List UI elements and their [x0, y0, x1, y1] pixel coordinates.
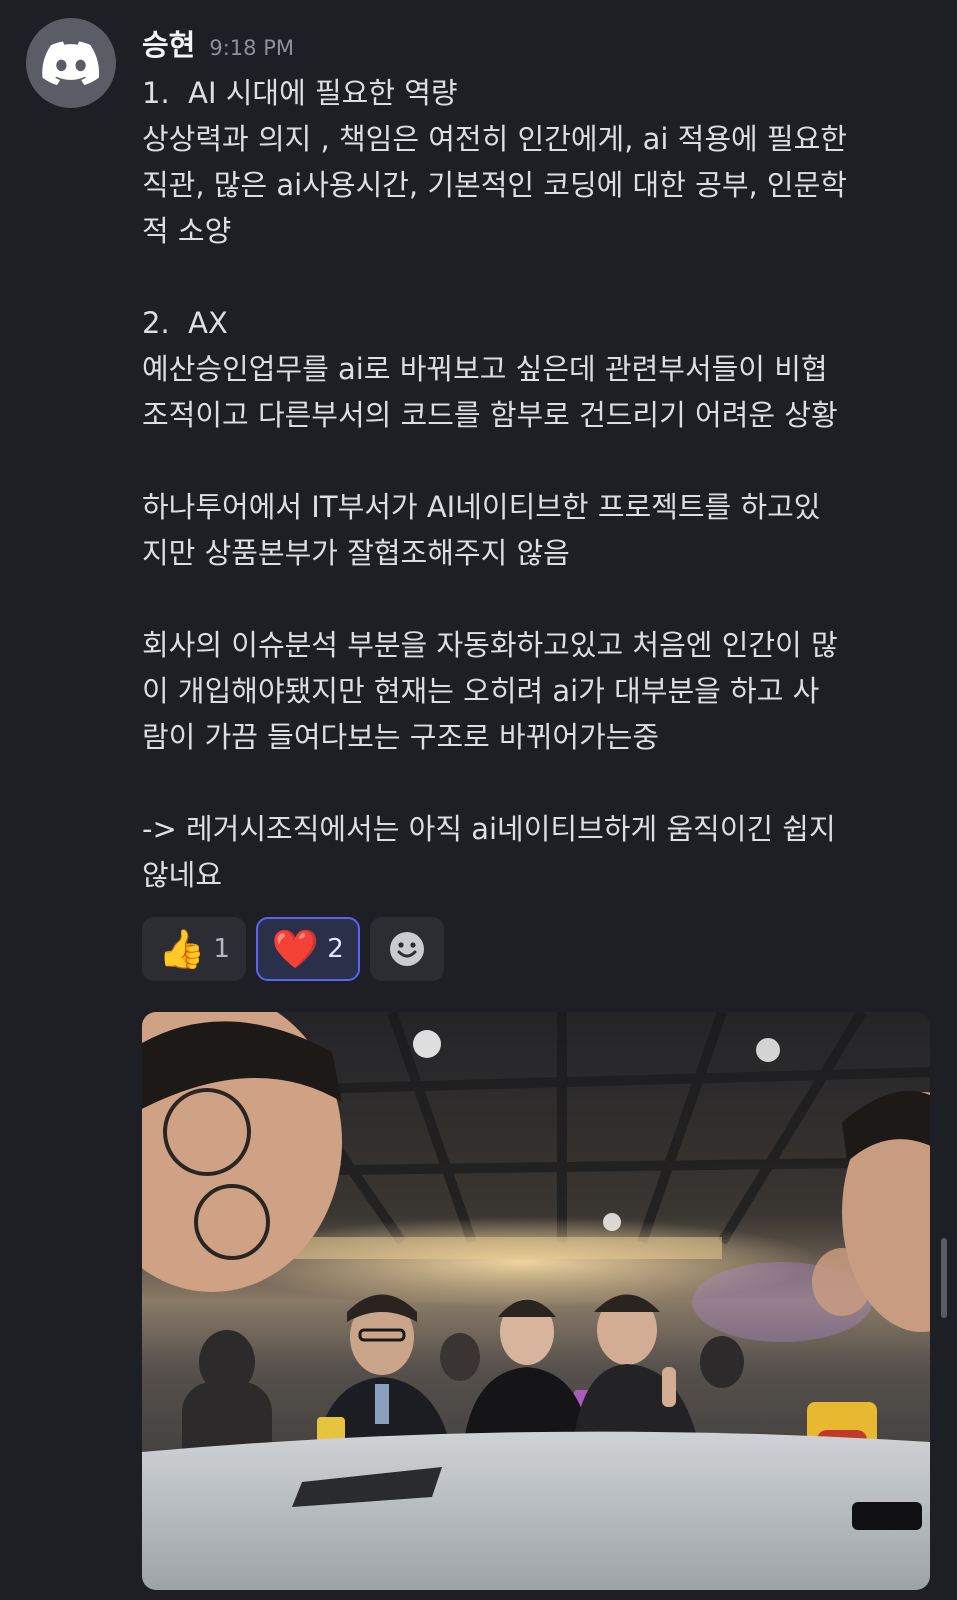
message-line: 1. AI 시대에 필요한 역량: [142, 76, 458, 110]
message-line: 회사의 이슈분석 부분을 자동화하고있고 처음엔 인간이 많: [142, 628, 838, 662]
attached-photo[interactable]: [142, 1012, 930, 1590]
username[interactable]: 승현: [142, 22, 195, 64]
smiley-add-reaction-icon: [389, 932, 424, 966]
message-line: 않네요: [142, 858, 223, 892]
reaction-heart[interactable]: ❤️ 2: [255, 917, 360, 981]
message-line: 상상력과 의지 , 책임은 여전히 인간에게, ai 적용에 필요한: [142, 122, 847, 156]
photo-image: [142, 1012, 930, 1590]
message-line: 이 개입해야됐지만 현재는 오히려 ai가 대부분을 하고 사: [142, 674, 820, 708]
message-line: 람이 가끔 들여다보는 구조로 바뀌어가는중: [142, 720, 660, 754]
add-reaction-button[interactable]: [369, 917, 444, 981]
scrollbar[interactable]: [941, 1238, 947, 1318]
message-line: 조적이고 다른부서의 코드를 함부로 건드리기 어려운 상황: [142, 398, 838, 432]
reaction-thumbs-up[interactable]: 👍 1: [142, 917, 246, 981]
message-line: 적 소양: [142, 214, 232, 248]
message-line: 예산승인업무를 ai로 바꿔보고 싶은데 관련부서들이 비협: [142, 352, 828, 386]
message-timestamp: 9:18 PM: [209, 36, 294, 60]
message-line: 지만 상품본부가 잘협조해주지 않음: [142, 536, 570, 570]
message-line: -> 레거시조직에서는 아직 ai네이티브하게 움직이긴 쉽지: [142, 812, 836, 846]
message-header: 승현 9:18 PM: [142, 22, 294, 64]
chat-message: 승현 9:18 PM 1. AI 시대에 필요한 역량 상상력과 의지 , 책임…: [0, 0, 957, 1600]
thumbs-up-icon: 👍: [158, 927, 206, 971]
message-line: 2. AX: [142, 306, 228, 340]
reaction-count: 1: [213, 934, 230, 964]
message-line: 직관, 많은 ai사용시간, 기본적인 코딩에 대한 공부, 인문학: [142, 168, 847, 202]
reactions-bar: 👍 1 ❤️ 2: [142, 917, 444, 981]
heart-icon: ❤️: [271, 927, 320, 971]
message-content: 1. AI 시대에 필요한 역량 상상력과 의지 , 책임은 여전히 인간에게,…: [142, 70, 932, 898]
message-line: 하나투어에서 IT부서가 AI네이티브한 프로젝트를 하고있: [142, 490, 821, 524]
discord-logo-icon: [42, 41, 100, 85]
reaction-count: 2: [327, 934, 344, 964]
user-avatar[interactable]: [26, 18, 116, 108]
